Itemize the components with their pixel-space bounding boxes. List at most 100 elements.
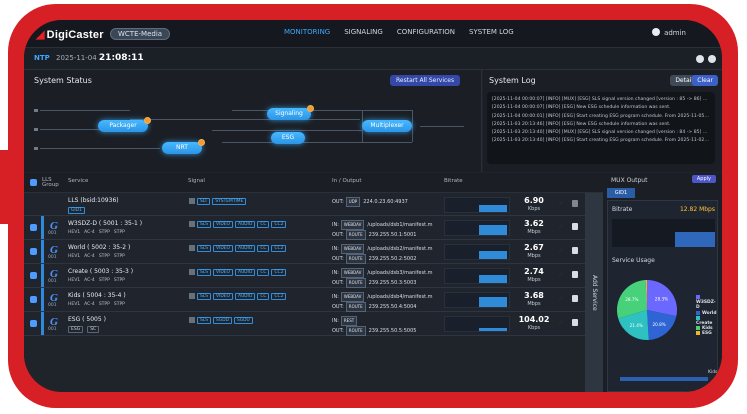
- flow-line: [130, 119, 360, 120]
- select-all-checkbox[interactable]: [30, 179, 37, 186]
- bitrate-graph: [444, 220, 510, 236]
- gid-tag: GID1: [68, 207, 85, 214]
- add-service-button[interactable]: Add Service: [585, 193, 603, 392]
- node-label: Multiplexer: [370, 122, 404, 129]
- system-status-title: System Status: [34, 76, 92, 85]
- service-row: G 001 World ( 5002 : 35-2 ) HEV1 AC-4 ST…: [24, 240, 603, 264]
- delete-icon[interactable]: [572, 319, 578, 326]
- screenshot-frame: ◢ DigiCaster WCTE-Media MONITORING SIGNAL…: [0, 0, 747, 414]
- row-stripe: [41, 288, 44, 311]
- bitrate-graph: [444, 292, 510, 308]
- log-clear-button[interactable]: Clear: [692, 75, 718, 86]
- tab-gid1[interactable]: GID1: [607, 188, 635, 198]
- kids-bar-label: Kids: [708, 370, 718, 375]
- node-signaling[interactable]: Signaling: [267, 105, 314, 120]
- input-type: WEBDAV: [340, 220, 365, 230]
- row-checkbox[interactable]: [30, 296, 37, 303]
- bitrate-unit: Mbps: [527, 301, 541, 307]
- bitrate-value: 3.62: [524, 219, 544, 228]
- signal-icon: [189, 317, 195, 323]
- edit-icon[interactable]: [557, 247, 564, 254]
- input-type: WEBDAV: [340, 244, 365, 254]
- output-address: 239.255.50.4:5004: [368, 304, 417, 310]
- service-name: World ( 5002 : 35-2 ): [68, 244, 131, 251]
- log-entry: [2025-11-03 20:13:46] [INFO] [ESG] New E…: [492, 121, 671, 127]
- brand-name: DigiCaster: [46, 29, 104, 41]
- nav-system-log[interactable]: SYSTEM LOG: [469, 28, 514, 36]
- signal-tags: SLS SGDD SGDU: [189, 317, 253, 324]
- signal-tags: SLT SYSTEMTIME: [189, 198, 247, 205]
- log-entry: [2025-11-04 00:00:07] [INFO] [ESG] New E…: [492, 105, 671, 111]
- system-log-title: System Log: [489, 76, 536, 85]
- row-checkbox[interactable]: [30, 248, 37, 255]
- output-type: ROUTE: [345, 302, 366, 312]
- row-checkbox[interactable]: [30, 224, 37, 231]
- port-indicator: [34, 128, 38, 131]
- signal-icon: [189, 198, 195, 204]
- signal-tag: CC2: [271, 293, 287, 300]
- bitrate-value: 2.67: [524, 243, 544, 252]
- signal-tag: AUDIO: [234, 269, 256, 276]
- input-path: /uploads/dsb3/manifest.m: [367, 270, 433, 276]
- apply-button[interactable]: Apply: [691, 175, 716, 183]
- signal-icon: [189, 221, 195, 227]
- header-bitrate: Bitrate: [444, 178, 463, 184]
- signal-icon: [189, 245, 195, 251]
- log-list: [2025-11-04 00:00:07] [INFO] [MUX] [ESG]…: [487, 92, 715, 164]
- io-info: IN: WEBDAV/uploads/dsb1/manifest.m OUT: ROU…: [332, 220, 433, 240]
- restart-all-services-button[interactable]: Restart All Services: [390, 75, 461, 86]
- bitrate-unit: Mbps: [527, 253, 541, 259]
- signal-tag: SGDU: [233, 317, 253, 324]
- row-checkbox[interactable]: [30, 272, 37, 279]
- delete-icon[interactable]: [572, 223, 578, 230]
- user-menu[interactable]: admin: [652, 28, 686, 37]
- bitrate-graph: [444, 197, 510, 213]
- node-multiplexer[interactable]: Multiplexer: [362, 120, 412, 132]
- edit-icon[interactable]: [557, 319, 564, 326]
- bitrate-graph: [444, 244, 510, 260]
- output-type: ROUTE: [345, 230, 366, 240]
- mux-bitrate-label: Bitrate: [612, 206, 633, 213]
- delete-icon[interactable]: [572, 247, 578, 254]
- output-type: ROUTE: [345, 326, 366, 336]
- mux-bitrate: Bitrate 12.82 Mbps: [612, 206, 715, 213]
- node-nrt[interactable]: NRT: [162, 139, 205, 154]
- edit-icon[interactable]: [557, 295, 564, 302]
- edit-icon[interactable]: [557, 223, 564, 230]
- codec-tag: AC-4: [84, 254, 95, 259]
- service-name: Create ( 5003 : 35-3 ): [68, 268, 134, 275]
- codec-tag: HEV1: [68, 230, 81, 235]
- user-name: admin: [664, 29, 686, 37]
- settings-status-icon[interactable]: [708, 55, 716, 63]
- node-label: NRT: [176, 144, 188, 151]
- output-type: UDP: [345, 197, 361, 207]
- instance-chip[interactable]: WCTE-Media: [110, 28, 171, 40]
- node-packager[interactable]: Packager: [98, 117, 151, 132]
- services-area: LLS Group Service Signal In / Output Bit…: [24, 173, 722, 392]
- service-sub: HEV1 AC-4 STPP STPP: [68, 254, 125, 259]
- service-name: W3SDZ-D ( 5001 : 35-1 ): [68, 220, 143, 227]
- output-address: 239.255.50.2:5002: [368, 256, 417, 262]
- nav-signaling[interactable]: SIGNALING: [344, 28, 383, 36]
- delete-icon[interactable]: [572, 271, 578, 278]
- codec-tag: HEV1: [68, 302, 81, 307]
- flow-line: [420, 126, 464, 127]
- bitrate-value: 2.74: [524, 267, 544, 276]
- group-id: 001: [48, 303, 57, 308]
- edit-icon[interactable]: [557, 271, 564, 278]
- service-sub: HEV1 AC-4 STPP STPP: [68, 230, 125, 235]
- delete-icon[interactable]: [572, 295, 578, 302]
- output-address: 239.255.50.3:5003: [368, 280, 417, 286]
- delete-icon[interactable]: [572, 200, 578, 207]
- nav-configuration[interactable]: CONFIGURATION: [397, 28, 455, 36]
- system-status-panel: System Status Restart All Services Packa…: [24, 70, 482, 172]
- flow-line: [40, 110, 130, 111]
- flow-line: [412, 110, 413, 142]
- nav-monitoring[interactable]: MONITORING: [284, 28, 330, 36]
- output-address: 239.255.50.5:5005: [368, 328, 417, 334]
- node-label: ESG: [281, 134, 295, 141]
- user-status-icon[interactable]: [696, 55, 704, 63]
- row-checkbox[interactable]: [30, 320, 37, 327]
- node-esg[interactable]: ESG: [271, 132, 305, 144]
- edit-icon[interactable]: [557, 200, 564, 207]
